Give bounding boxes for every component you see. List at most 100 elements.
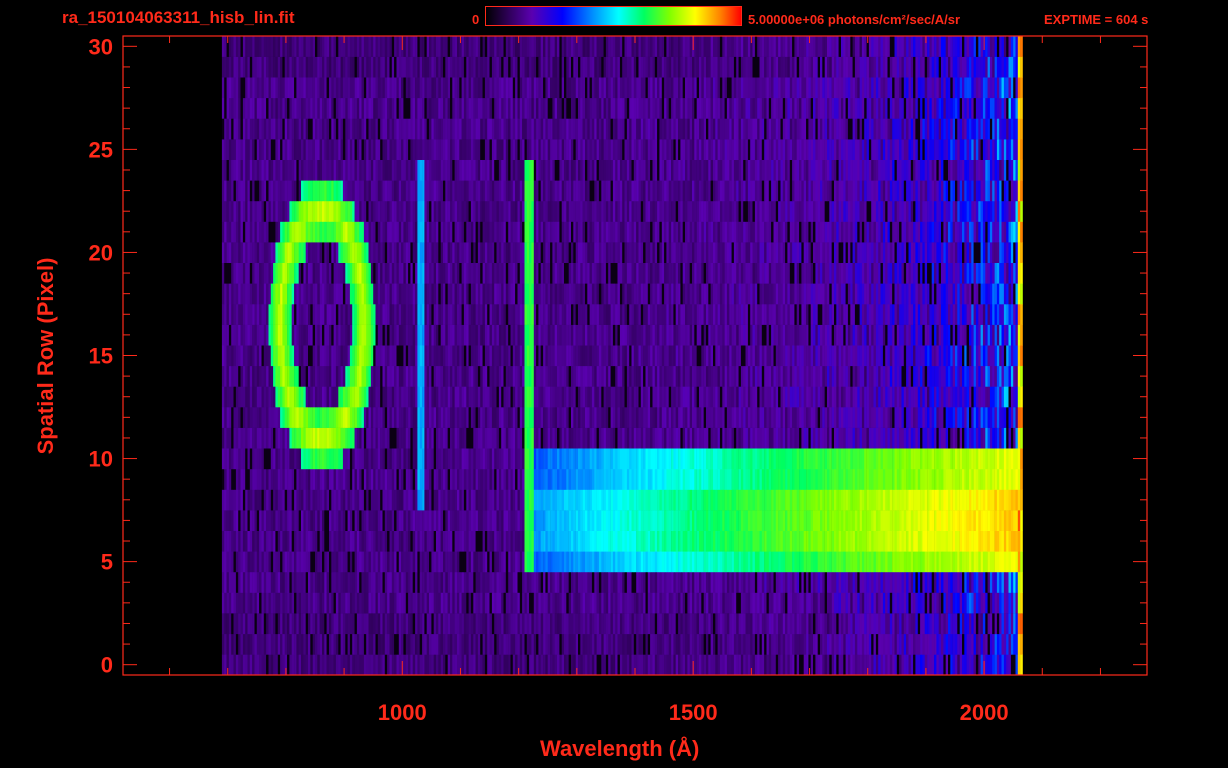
heatmap-cell	[685, 510, 688, 531]
heatmap-cell	[687, 407, 690, 428]
heatmap-cell	[308, 551, 311, 573]
heatmap-cell	[780, 510, 784, 531]
heatmap-cell	[391, 365, 395, 387]
heatmap-cell	[529, 468, 532, 490]
heatmap-cell	[598, 571, 602, 593]
heatmap-cell	[331, 468, 334, 490]
heatmap-cell	[757, 571, 760, 593]
heatmap-cell	[573, 571, 576, 593]
heatmap-cell	[338, 365, 341, 387]
heatmap-cell	[731, 468, 735, 490]
heatmap-cell	[512, 510, 516, 531]
heatmap-cell	[794, 592, 797, 614]
heatmap-cell	[315, 468, 318, 490]
heatmap-cell	[403, 427, 406, 449]
heatmap-cell	[929, 530, 932, 552]
heatmap-cell	[363, 592, 367, 614]
heatmap-cell	[750, 571, 753, 593]
heatmap-cell	[403, 551, 406, 573]
heatmap-cell	[631, 427, 635, 449]
heatmap-cell	[277, 633, 281, 655]
heatmap-cell	[638, 613, 642, 635]
heatmap-cell	[948, 510, 951, 531]
heatmap-cell	[959, 386, 963, 408]
heatmap-cell	[624, 510, 628, 531]
heatmap-cell	[859, 592, 863, 614]
heatmap-cell	[605, 448, 609, 470]
heatmap-cell	[233, 448, 237, 470]
heatmap-cell	[424, 510, 427, 531]
heatmap-cell	[221, 468, 225, 490]
heatmap-cell	[910, 427, 914, 449]
heatmap-cell	[356, 489, 360, 511]
heatmap-cell	[799, 551, 802, 573]
heatmap-cell	[645, 468, 649, 490]
heatmap-cell	[901, 530, 905, 552]
heatmap-cell	[664, 551, 667, 573]
heatmap-cell	[678, 571, 681, 593]
heatmap-cell	[331, 654, 334, 676]
heatmap-cell	[233, 633, 237, 655]
heatmap-cell	[971, 530, 974, 552]
heatmap-cell	[980, 468, 984, 490]
heatmap-cell	[994, 448, 998, 470]
heatmap-cell	[857, 571, 860, 593]
heatmap-cell	[859, 448, 863, 470]
heatmap-cell	[719, 386, 723, 408]
heatmap-cell	[266, 427, 269, 449]
heatmap-cell	[401, 571, 404, 593]
heatmap-cell	[305, 551, 309, 573]
heatmap-cell	[529, 592, 532, 614]
heatmap-cell	[324, 386, 327, 408]
heatmap-cell	[526, 633, 530, 655]
heatmap-cell	[561, 551, 565, 573]
heatmap-cell	[403, 448, 406, 470]
heatmap-cell	[603, 654, 607, 676]
heatmap-cell	[982, 386, 986, 408]
heatmap-cell	[594, 365, 597, 387]
heatmap-cell	[733, 592, 737, 614]
heatmap-cell	[533, 468, 537, 490]
heatmap-cell	[801, 613, 804, 635]
heatmap-cell	[582, 365, 586, 387]
heatmap-cell	[291, 551, 295, 573]
heatmap-cell	[747, 510, 751, 531]
heatmap-cell	[829, 551, 832, 573]
heatmap-cell	[305, 448, 309, 470]
heatmap-cell	[498, 551, 502, 573]
heatmap-cell	[922, 489, 925, 511]
heatmap-cell	[585, 613, 588, 635]
heatmap-cell	[1008, 654, 1012, 676]
heatmap-cell	[538, 633, 541, 655]
heatmap-cell	[717, 654, 721, 676]
heatmap-cell	[554, 551, 558, 573]
heatmap-cell	[701, 448, 704, 470]
heatmap-cell	[391, 530, 395, 552]
heatmap-cell	[992, 489, 995, 511]
heatmap-cell	[989, 510, 993, 531]
heatmap-cell	[645, 489, 649, 511]
heatmap-cell	[568, 613, 572, 635]
heatmap-cell	[231, 654, 234, 676]
heatmap-cell	[810, 386, 814, 408]
heatmap-cell	[759, 510, 763, 531]
heatmap-cell	[1015, 633, 1019, 655]
heatmap-cell	[259, 448, 262, 470]
heatmap-cell	[875, 571, 879, 593]
heatmap-cell	[941, 386, 944, 408]
heatmap-cell	[841, 386, 844, 408]
heatmap-cell	[438, 448, 441, 470]
heatmap-cell	[685, 468, 688, 490]
heatmap-cell	[824, 654, 828, 676]
heatmap-cell	[468, 592, 472, 614]
heatmap-cell	[408, 571, 411, 593]
heatmap-cell	[531, 633, 534, 655]
heatmap-cell	[352, 654, 355, 676]
heatmap-cell	[501, 654, 504, 676]
heatmap-cell	[782, 551, 786, 573]
heatmap-cell	[852, 489, 856, 511]
heatmap-cell	[750, 510, 753, 531]
heatmap-cell	[326, 448, 330, 470]
heatmap-cell	[838, 468, 842, 490]
heatmap-cell	[289, 386, 292, 408]
